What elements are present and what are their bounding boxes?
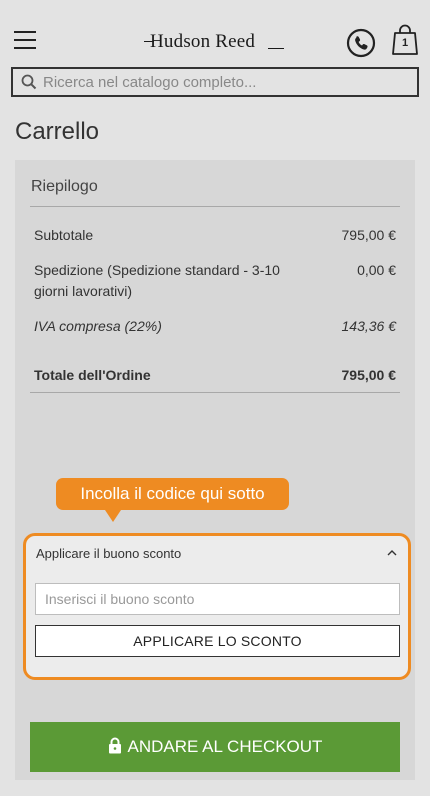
- divider: [30, 392, 400, 393]
- cart-count-badge: 1: [401, 37, 409, 49]
- search-bar[interactable]: [11, 67, 419, 97]
- lock-icon: [108, 737, 121, 754]
- menu-bar: [14, 31, 36, 33]
- tooltip-arrow: [105, 510, 121, 522]
- coupon-code-input[interactable]: [35, 583, 400, 615]
- summary-row-label: Totale dell'Ordine: [34, 367, 151, 383]
- summary-title: Riepilogo: [31, 178, 98, 195]
- search-input[interactable]: [43, 73, 403, 91]
- summary-row-label: Spedizione (Spedizione standard - 3-10 g…: [34, 262, 280, 299]
- logo-text: Hudson Reed: [150, 31, 256, 52]
- order-summary-panel: Riepilogo Subtotale 795,00 € Spedizione …: [15, 160, 415, 780]
- menu-bar: [14, 47, 36, 49]
- summary-row-label: Subtotale: [34, 227, 94, 243]
- summary-row-value: 795,00 €: [341, 367, 397, 383]
- summary-row-value: 795,00 €: [341, 227, 397, 243]
- divider: [30, 206, 400, 207]
- coupon-hint-tooltip: Incolla il codice qui sotto: [56, 478, 289, 510]
- logo-line-right: [268, 48, 284, 49]
- checkout-button[interactable]: ANDARE AL CHECKOUT: [30, 722, 400, 772]
- checkout-label: ANDARE AL CHECKOUT: [127, 737, 323, 756]
- shopping-bag-icon[interactable]: 1: [391, 24, 419, 56]
- phone-icon[interactable]: [346, 28, 376, 58]
- summary-row-value: 143,36 €: [341, 318, 397, 334]
- discount-toggle-label[interactable]: Applicare il buono sconto: [36, 546, 181, 561]
- summary-row-value: 0,00 €: [357, 262, 396, 278]
- hamburger-menu-icon[interactable]: [14, 31, 36, 49]
- search-icon: [21, 74, 37, 90]
- page-title: Carrello: [15, 118, 100, 145]
- discount-section: Applicare il buono sconto APPLICARE LO S…: [23, 533, 411, 680]
- apply-discount-button[interactable]: APPLICARE LO SCONTO: [35, 625, 400, 657]
- header: Hudson Reed 1: [0, 0, 430, 66]
- summary-row-label: IVA compresa (22%): [34, 318, 162, 334]
- chevron-up-icon[interactable]: [386, 548, 398, 558]
- menu-bar: [14, 39, 36, 41]
- hudson-reed-logo[interactable]: Hudson Reed: [144, 31, 286, 53]
